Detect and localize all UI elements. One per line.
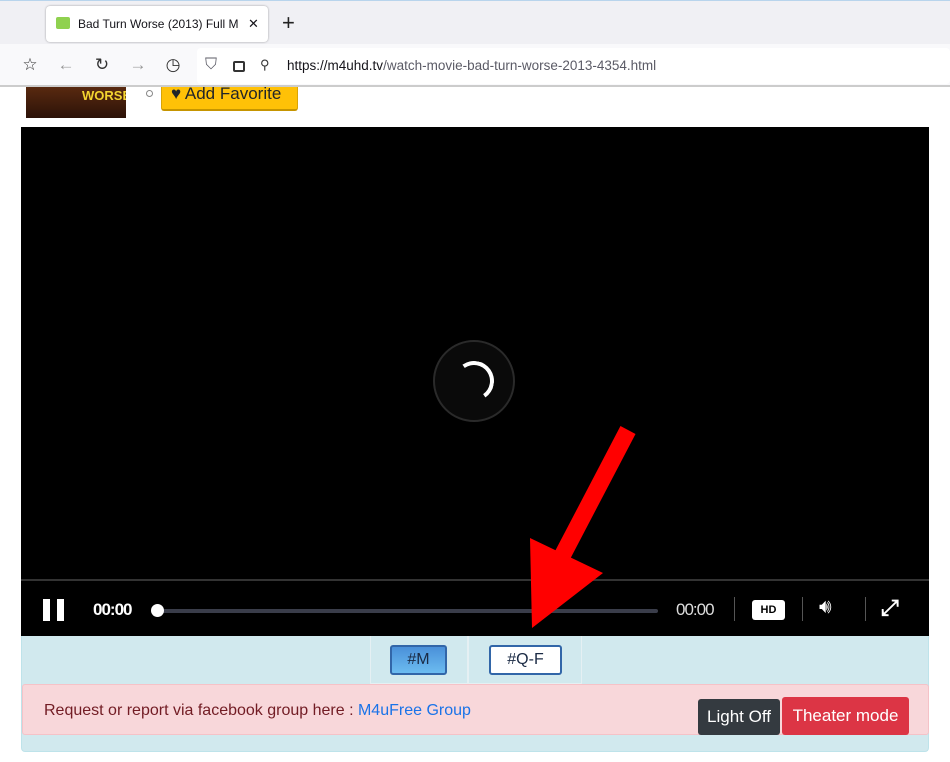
red-arrow-annotation [530,426,636,628]
